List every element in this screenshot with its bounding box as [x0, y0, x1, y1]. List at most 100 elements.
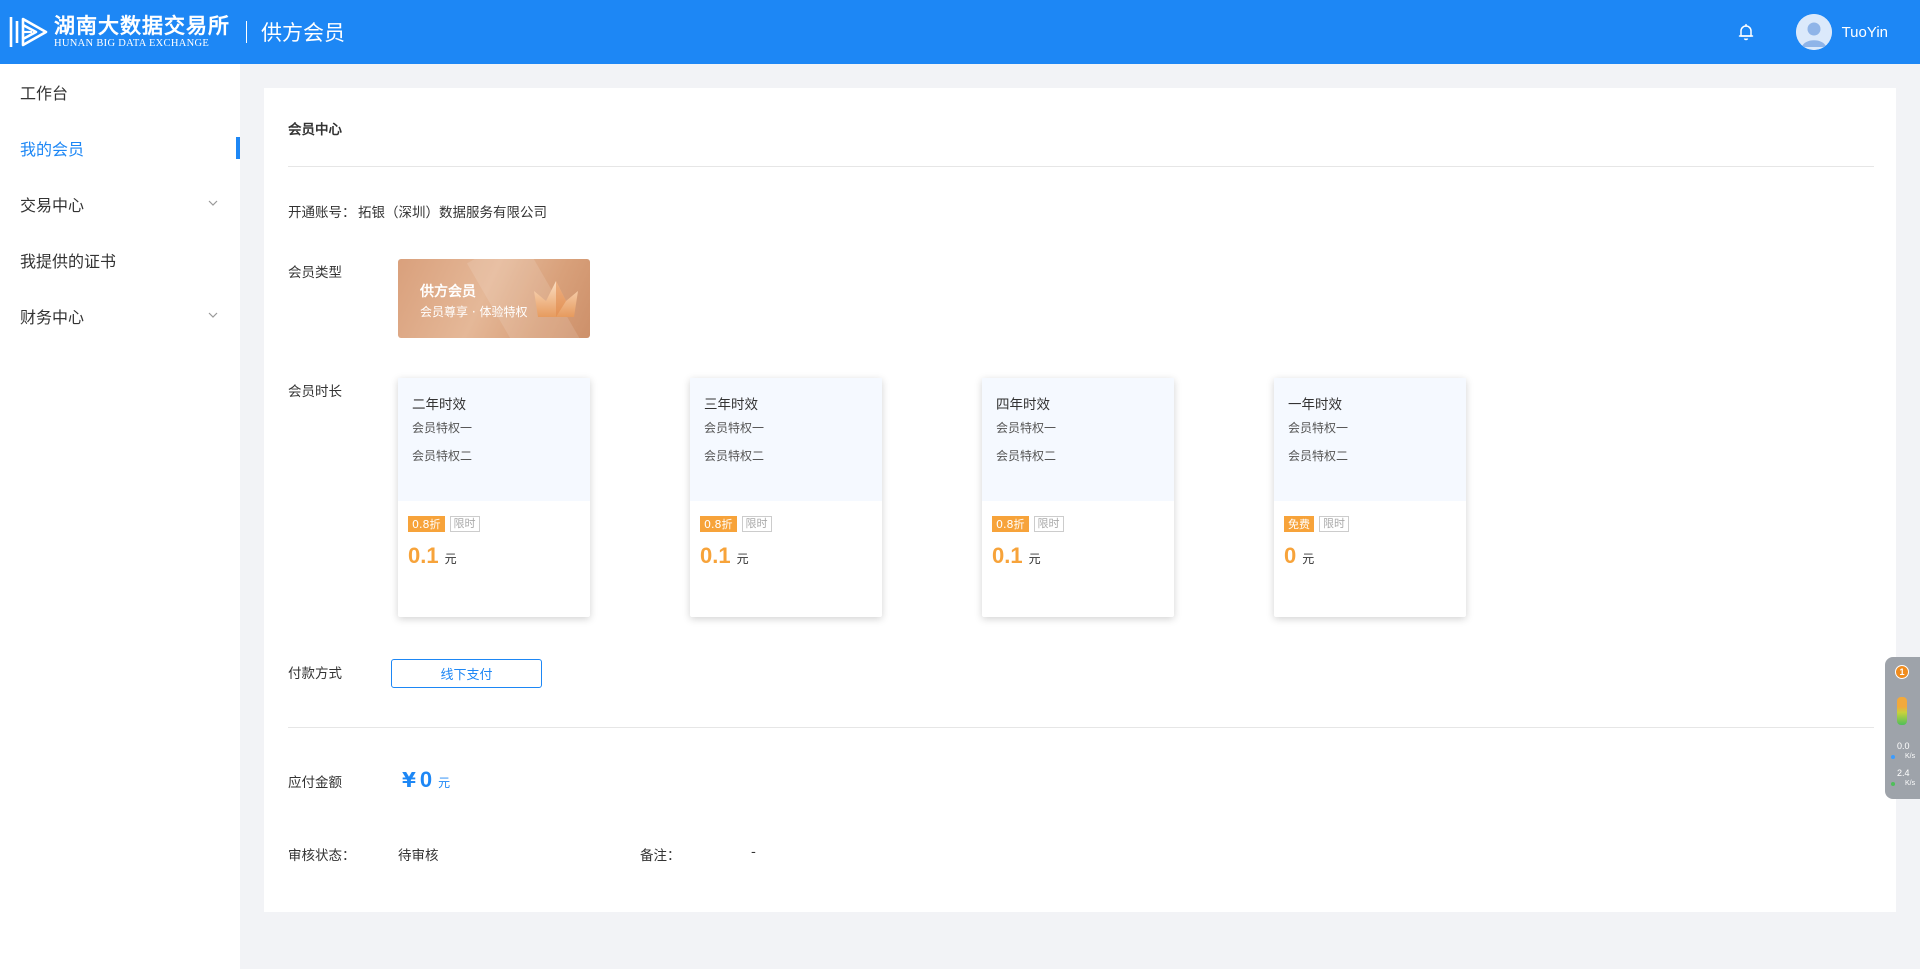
- plan-price: 0 元: [1284, 543, 1314, 569]
- price-value: 0.1: [408, 543, 439, 568]
- download-unit: K/s: [1905, 780, 1916, 787]
- plan-badges: 0.8折 限时: [700, 516, 772, 532]
- crown-icon: [534, 281, 578, 317]
- plan-price: 0.1 元: [700, 543, 749, 569]
- plan-header: 二年时效 会员特权一 会员特权二: [398, 378, 590, 501]
- plan-card-three-year[interactable]: 三年时效 会员特权一 会员特权二 0.8折 限时 0.1 元: [690, 378, 882, 617]
- plan-card-one-year[interactable]: 一年时效 会员特权一 会员特权二 免费 限时 0 元: [1274, 378, 1466, 617]
- plan-header: 一年时效 会员特权一 会员特权二: [1274, 378, 1466, 501]
- amount-due-label: 应付金额: [288, 775, 342, 791]
- usage-bar: [1897, 697, 1907, 725]
- plan-header: 四年时效 会员特权一 会员特权二: [982, 378, 1174, 501]
- sidebar-item-label: 财务中心: [20, 308, 85, 327]
- logo-text: 湖南大数据交易所 HUNAN BIG DATA EXCHANGE: [54, 14, 230, 50]
- price-value: 0.1: [992, 543, 1023, 568]
- plan-name: 二年时效: [412, 397, 466, 413]
- amount-unit: 元: [438, 776, 451, 790]
- sidebar-item-label: 我提供的证书: [20, 252, 117, 271]
- plan-price: 0.1 元: [408, 543, 457, 569]
- network-speed-widget[interactable]: 1 0.0 K/s 2.4 K/s: [1885, 657, 1920, 799]
- limited-badge: 限时: [1033, 516, 1064, 532]
- price-unit: 元: [736, 552, 749, 566]
- sidebar-item-label: 工作台: [20, 84, 69, 103]
- notification-badge: 1: [1895, 665, 1909, 679]
- account-label: 开通账号：: [288, 205, 356, 221]
- page-title: 会员中心: [288, 122, 342, 138]
- sidebar-item-workbench[interactable]: 工作台: [0, 64, 240, 120]
- remark-label: 备注：: [640, 848, 681, 864]
- plan-perk: 会员特权二: [1288, 449, 1349, 463]
- plan-perk: 会员特权一: [996, 421, 1057, 435]
- plan-card-two-year[interactable]: 二年时效 会员特权一 会员特权二 0.8折 限时 0.1 元: [398, 378, 590, 617]
- account-value: 拓银（深圳）数据服务有限公司: [358, 205, 547, 221]
- sidebar-item-label: 交易中心: [20, 196, 85, 215]
- currency-symbol: ¥: [402, 768, 416, 792]
- plan-perk: 会员特权二: [704, 449, 765, 463]
- sidebar: 工作台 我的会员 交易中心 我提供的证书 财务中心: [0, 64, 240, 969]
- plan-badges: 0.8折 限时: [992, 516, 1064, 532]
- chevron-down-icon: [208, 312, 218, 318]
- offline-payment-button[interactable]: 线下支付: [391, 659, 542, 688]
- remark-value: -: [751, 844, 756, 860]
- top-header: 湖南大数据交易所 HUNAN BIG DATA EXCHANGE 供方会员 Tu…: [0, 0, 1920, 64]
- limited-badge: 限时: [1319, 516, 1349, 532]
- app-title: 供方会员: [261, 21, 345, 45]
- discount-badge: 0.8折: [700, 516, 737, 532]
- audit-status-value: 待审核: [398, 848, 439, 864]
- plan-card-four-year[interactable]: 四年时效 会员特权一 会员特权二 0.8折 限时 0.1 元: [982, 378, 1174, 617]
- discount-badge: 0.8折: [408, 516, 445, 532]
- plan-name: 三年时效: [704, 397, 758, 413]
- bell-icon[interactable]: [1736, 22, 1756, 42]
- chevron-down-icon: [208, 200, 218, 206]
- member-type-name: 供方会员: [420, 284, 476, 300]
- price-unit: 元: [444, 552, 457, 566]
- sidebar-item-label: 我的会员: [20, 140, 85, 159]
- discount-badge: 0.8折: [992, 516, 1029, 532]
- plan-name: 四年时效: [996, 397, 1050, 413]
- payment-method-label: 付款方式: [288, 666, 342, 682]
- member-center-card: 会员中心 开通账号： 拓银（深圳）数据服务有限公司 会员类型 供方会员 会员尊享…: [264, 88, 1896, 912]
- logo-name-en: HUNAN BIG DATA EXCHANGE: [54, 38, 210, 49]
- plan-perk: 会员特权一: [704, 421, 765, 435]
- member-type-desc: 会员尊享 · 体验特权: [420, 305, 528, 319]
- price-unit: 元: [1028, 552, 1041, 566]
- username[interactable]: TuoYin: [1842, 24, 1888, 41]
- divider: [288, 166, 1874, 167]
- header-divider: [246, 21, 247, 43]
- sidebar-item-trade-center[interactable]: 交易中心: [0, 176, 240, 232]
- price-value: 0.1: [700, 543, 731, 568]
- member-type-card[interactable]: 供方会员 会员尊享 · 体验特权: [398, 259, 590, 338]
- duration-label: 会员时长: [288, 384, 342, 400]
- member-type-label: 会员类型: [288, 265, 342, 281]
- download-dot-icon: [1891, 782, 1895, 786]
- plan-price: 0.1 元: [992, 543, 1041, 569]
- plan-name: 一年时效: [1288, 397, 1342, 413]
- limited-badge: 限时: [741, 516, 772, 532]
- plan-badges: 0.8折 限时: [408, 516, 480, 532]
- divider: [288, 727, 1874, 728]
- amount-value: 0: [419, 767, 433, 792]
- price-unit: 元: [1302, 552, 1315, 566]
- plan-perk: 会员特权二: [996, 449, 1057, 463]
- upload-speed: 0.0: [1897, 741, 1910, 751]
- plan-perk: 会员特权二: [412, 449, 473, 463]
- sidebar-item-my-certificates[interactable]: 我提供的证书: [0, 232, 240, 288]
- user-avatar-icon[interactable]: [1795, 14, 1832, 50]
- upload-unit: K/s: [1905, 753, 1916, 760]
- free-badge: 免费: [1284, 516, 1314, 532]
- plan-header: 三年时效 会员特权一 会员特权二: [690, 378, 882, 501]
- audit-status-label: 审核状态：: [288, 848, 356, 864]
- plan-badges: 免费 限时: [1284, 516, 1349, 532]
- limited-badge: 限时: [449, 516, 480, 532]
- amount-due: ¥ 0 元: [402, 767, 450, 793]
- upload-dot-icon: [1891, 755, 1895, 759]
- price-value: 0: [1284, 543, 1297, 568]
- sidebar-item-finance-center[interactable]: 财务中心: [0, 288, 240, 344]
- download-speed: 2.4: [1897, 768, 1910, 778]
- logo-mark-icon: [9, 17, 48, 47]
- logo[interactable]: 湖南大数据交易所 HUNAN BIG DATA EXCHANGE: [8, 0, 230, 64]
- plan-perk: 会员特权一: [412, 421, 473, 435]
- sidebar-item-my-membership[interactable]: 我的会员: [0, 120, 240, 176]
- plan-perk: 会员特权一: [1288, 421, 1349, 435]
- logo-name-cn: 湖南大数据交易所: [54, 13, 230, 38]
